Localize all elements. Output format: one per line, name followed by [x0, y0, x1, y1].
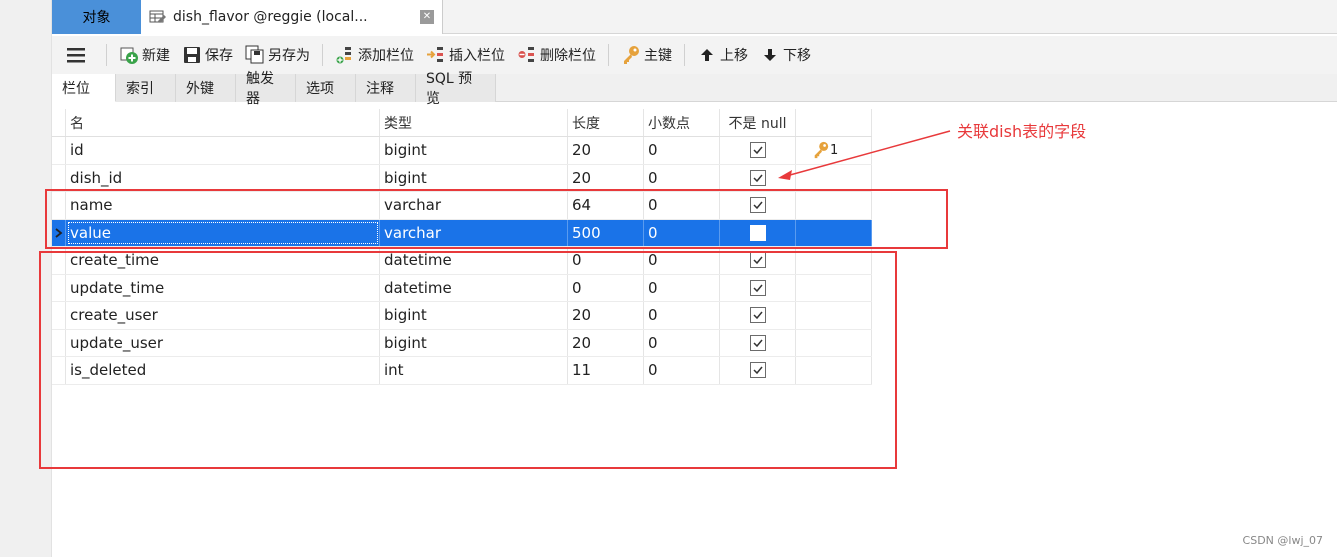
not-null-checkbox[interactable] — [749, 169, 766, 186]
table-row[interactable]: dish_id bigint 20 0 — [52, 164, 872, 192]
field-type-cell[interactable]: bigint — [380, 137, 568, 164]
field-name-cell[interactable]: id — [66, 137, 380, 164]
row-marker — [52, 137, 66, 164]
header-decimals[interactable]: 小数点 — [644, 109, 720, 136]
delete-field-icon — [517, 45, 537, 65]
save-as-label: 另存为 — [268, 48, 310, 64]
app-window: 对象 dish_flavor @reggie (local... ✕ 新建 保存… — [0, 0, 1337, 557]
not-null-cell — [720, 164, 796, 191]
field-type-cell[interactable]: bigint — [380, 164, 568, 191]
insert-field-label: 插入栏位 — [449, 48, 505, 64]
move-up-button[interactable]: 上移 — [691, 40, 754, 70]
header-length[interactable]: 长度 — [568, 109, 644, 136]
primary-key-button[interactable]: 主键 — [615, 40, 678, 70]
tab-indexes[interactable]: 索引 — [116, 74, 176, 102]
new-button[interactable]: 新建 — [113, 40, 176, 70]
header-key — [796, 109, 872, 136]
tab-comments[interactable]: 注释 — [356, 74, 416, 102]
not-null-checkbox[interactable] — [749, 142, 766, 159]
field-name-cell[interactable]: dish_id — [66, 164, 380, 191]
tab-options[interactable]: 选项 — [296, 74, 356, 102]
close-icon[interactable]: ✕ — [420, 10, 434, 24]
move-up-label: 上移 — [720, 48, 748, 64]
primary-key-icon — [814, 142, 829, 159]
tab-sql-preview[interactable]: SQL 预览 — [416, 71, 496, 107]
toolbar: 新建 保存 另存为 添加栏位 插入栏位 删除栏位 主键 上移 下移 — [52, 36, 1337, 74]
header-type[interactable]: 类型 — [380, 109, 568, 136]
arrow-up-icon — [697, 45, 717, 65]
table-design-icon — [149, 10, 166, 23]
table-row[interactable]: id bigint 20 0 1 — [52, 137, 872, 165]
new-label: 新建 — [142, 48, 170, 64]
row-marker-header — [52, 109, 66, 136]
add-field-icon — [335, 45, 355, 65]
tab-strip: 对象 dish_flavor @reggie (local... ✕ — [52, 0, 1337, 34]
save-icon — [182, 45, 202, 65]
field-decimals-cell[interactable]: 0 — [644, 164, 720, 191]
key-cell — [796, 164, 872, 191]
save-as-button[interactable]: 另存为 — [239, 40, 316, 70]
primary-key-label: 主键 — [644, 48, 672, 64]
grid-header: 名 类型 长度 小数点 不是 null — [52, 109, 872, 137]
save-as-icon — [245, 45, 265, 65]
tab-objects[interactable]: 对象 — [52, 0, 141, 34]
field-length-cell[interactable]: 20 — [568, 137, 644, 164]
tab-foreign-keys[interactable]: 外键 — [176, 74, 236, 102]
menu-button[interactable] — [52, 40, 100, 70]
tab-fields[interactable]: 栏位 — [52, 74, 116, 102]
header-name[interactable]: 名 — [66, 109, 380, 136]
annotation-label: 关联dish表的字段 — [957, 122, 1087, 141]
row-marker — [52, 164, 66, 191]
insert-field-icon — [426, 45, 446, 65]
add-field-button[interactable]: 添加栏位 — [329, 40, 420, 70]
add-field-label: 添加栏位 — [358, 48, 414, 64]
toolbar-divider — [106, 44, 107, 66]
move-down-button[interactable]: 下移 — [754, 40, 817, 70]
save-button[interactable]: 保存 — [176, 40, 239, 70]
highlight-box-audit-fields — [39, 251, 897, 469]
tab-table-title: dish_flavor @reggie (local... — [173, 9, 368, 25]
tab-triggers[interactable]: 触发器 — [236, 71, 296, 107]
field-decimals-cell[interactable]: 0 — [644, 137, 720, 164]
arrow-down-icon — [760, 45, 780, 65]
key-cell: 1 — [796, 137, 872, 164]
header-not-null[interactable]: 不是 null — [720, 109, 796, 136]
key-order: 1 — [830, 142, 839, 158]
hamburger-icon — [67, 48, 85, 63]
not-null-cell — [720, 137, 796, 164]
highlight-box-name-value — [45, 189, 948, 249]
save-label: 保存 — [205, 48, 233, 64]
toolbar-divider — [322, 44, 323, 66]
field-length-cell[interactable]: 20 — [568, 164, 644, 191]
move-down-label: 下移 — [783, 48, 811, 64]
delete-field-button[interactable]: 删除栏位 — [511, 40, 602, 70]
insert-field-button[interactable]: 插入栏位 — [420, 40, 511, 70]
toolbar-divider — [608, 44, 609, 66]
watermark: CSDN @lwj_07 — [1242, 534, 1323, 547]
tab-dish-flavor[interactable]: dish_flavor @reggie (local... ✕ — [141, 0, 443, 34]
toolbar-divider — [684, 44, 685, 66]
key-icon — [621, 45, 641, 65]
designer-tabs: 栏位 索引 外键 触发器 选项 注释 SQL 预览 — [52, 71, 1337, 107]
delete-field-label: 删除栏位 — [540, 48, 596, 64]
new-icon — [119, 45, 139, 65]
